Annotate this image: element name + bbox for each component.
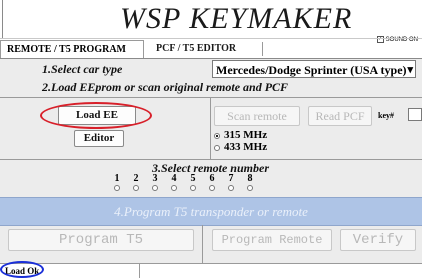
remote-number-label: 6 (209, 173, 215, 184)
remote-radio-2[interactable] (133, 185, 139, 191)
title-divider (0, 38, 422, 39)
remote-number-label: 1 (114, 173, 120, 184)
remote-radio-7[interactable] (228, 185, 234, 191)
radio-433mhz[interactable] (214, 145, 220, 151)
step2-label: 2.Load EEprom or scan original remote an… (42, 80, 289, 94)
highlight-circle (40, 102, 152, 129)
tab-separator (262, 42, 263, 56)
freq-433-label: 433 MHz (224, 141, 268, 153)
step1-label: 1.Select car type (42, 62, 123, 76)
key-number-input[interactable] (408, 108, 422, 121)
remote-number-label: 3 (152, 173, 158, 184)
scan-remote-button[interactable]: Scan remote (214, 106, 300, 126)
step4-bar: 4.Program T5 transponder or remote (0, 197, 422, 226)
step4-label: 4.Program T5 transponder or remote (114, 204, 308, 219)
key-number-label: key# (378, 111, 394, 120)
window-frame-edge (2, 0, 3, 38)
remote-radio-4[interactable] (171, 185, 177, 191)
status-bar (0, 263, 422, 279)
car-type-value: Mercedes/Dodge Sprinter (USA type) (216, 63, 407, 77)
remote-radio-8[interactable] (247, 185, 253, 191)
column-divider (210, 98, 211, 159)
remote-number-label: 5 (190, 173, 196, 184)
highlight-circle (0, 261, 44, 278)
tab-remote-t5-program[interactable]: REMOTE / T5 PROGRAM (0, 40, 144, 59)
remote-number-label: 2 (133, 173, 139, 184)
editor-button[interactable]: Editor (74, 130, 124, 147)
read-pcf-button[interactable]: Read PCF (308, 106, 372, 126)
remote-radio-5[interactable] (190, 185, 196, 191)
app-title: WSP KEYMAKER (120, 2, 353, 35)
status-bar-separator (139, 264, 140, 278)
chevron-down-icon[interactable]: ▾ (407, 61, 413, 77)
remote-number-label: 7 (228, 173, 234, 184)
car-type-select[interactable]: Mercedes/Dodge Sprinter (USA type) ▾ (212, 60, 416, 78)
remote-number-label: 8 (247, 173, 253, 184)
radio-315mhz[interactable] (214, 133, 220, 139)
section-divider (0, 159, 422, 160)
program-t5-button[interactable]: Program T5 (8, 229, 194, 251)
remote-number-label: 4 (171, 173, 177, 184)
remote-number-group: 1 2 3 4 5 6 7 8 (112, 173, 312, 195)
verify-button[interactable]: Verify (340, 229, 416, 251)
tab-pcf-t5-editor[interactable]: PCF / T5 EDITOR (150, 40, 242, 58)
remote-radio-3[interactable] (152, 185, 158, 191)
tab-bar: REMOTE / T5 PROGRAM PCF / T5 EDITOR (0, 40, 422, 59)
remote-radio-6[interactable] (209, 185, 215, 191)
freq-315-label: 315 MHz (224, 129, 268, 141)
column-divider (202, 225, 203, 263)
program-remote-button[interactable]: Program Remote (212, 229, 332, 251)
section-divider (0, 97, 422, 98)
remote-radio-1[interactable] (114, 185, 120, 191)
